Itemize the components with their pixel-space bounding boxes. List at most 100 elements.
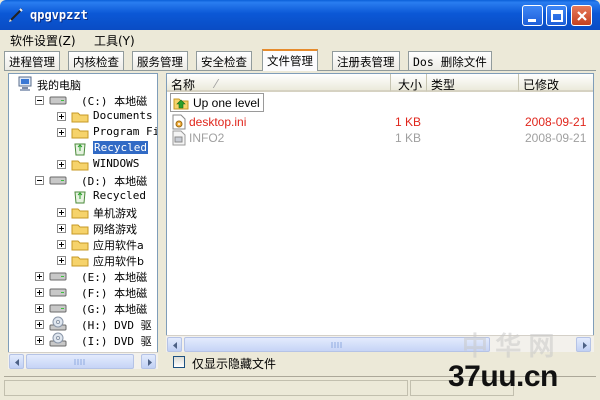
tree-item-windows[interactable]: WINDOWS xyxy=(9,156,157,172)
tab-process-manager[interactable]: 进程管理 xyxy=(4,51,60,70)
drive-icon xyxy=(49,176,67,185)
system-file-icon xyxy=(172,130,186,146)
file-row-info2[interactable]: INFO2 1 KB 2008-09-21 xyxy=(167,130,593,146)
tree-hscrollbar[interactable] xyxy=(8,352,158,369)
scroll-right-button[interactable] xyxy=(141,354,156,369)
tree-item-apps-a[interactable]: 应用软件a xyxy=(9,236,157,252)
maximize-button[interactable] xyxy=(546,5,567,26)
scroll-left-button[interactable] xyxy=(9,354,24,369)
tree-item-single-games[interactable]: 单机游戏 xyxy=(9,204,157,220)
scroll-left-button[interactable] xyxy=(167,337,182,352)
window-title: qpgvpzzt xyxy=(30,8,88,22)
drive-icon xyxy=(49,288,67,297)
tree-item-documents[interactable]: Documents xyxy=(9,108,157,124)
column-type-label: 类型 xyxy=(431,78,456,92)
tab-dos-delete[interactable]: Dos 删除文件 xyxy=(408,51,492,70)
tree-item-recycled-d[interactable]: Recycled xyxy=(9,188,157,204)
file-row-desktop-ini[interactable]: desktop.ini 1 KB 2008-09-21 xyxy=(167,114,593,130)
column-header-name[interactable]: 名称 ⁄ xyxy=(167,74,391,92)
file-name: INFO2 xyxy=(189,131,225,145)
column-header-type[interactable]: 类型 xyxy=(427,74,519,92)
column-header-size[interactable]: 大小 xyxy=(391,74,427,92)
drive-icon xyxy=(49,304,67,313)
panel-splitter[interactable] xyxy=(159,73,165,369)
drive-icon xyxy=(49,96,67,105)
tree-label-selected: Recycled xyxy=(93,141,148,154)
up-one-level-item[interactable]: Up one level xyxy=(170,93,264,112)
tree-item-g-drive[interactable]: (G:) 本地磁 xyxy=(9,300,157,316)
tree-item-f-drive[interactable]: (F:) 本地磁 xyxy=(9,284,157,300)
title-bar[interactable]: qpgvpzzt xyxy=(0,0,600,30)
expand-icon[interactable] xyxy=(57,224,66,233)
expand-icon[interactable] xyxy=(57,128,66,137)
tab-label: Dos 删除文件 xyxy=(413,55,487,69)
tree-item-d-drive[interactable]: (D:) 本地磁 xyxy=(9,172,157,188)
tab-label: 文件管理 xyxy=(267,54,313,68)
expand-icon[interactable] xyxy=(35,304,44,313)
scroll-thumb[interactable] xyxy=(184,337,490,352)
collapse-icon[interactable] xyxy=(35,176,44,185)
show-hidden-checkbox[interactable] xyxy=(173,356,185,368)
tree-item-program-files[interactable]: Program Fi xyxy=(9,124,157,140)
dvd-icon xyxy=(49,316,67,331)
file-modified: 2008-09-21 xyxy=(525,131,587,145)
expand-icon[interactable] xyxy=(57,160,66,169)
folder-icon xyxy=(71,208,89,219)
column-modified-label: 已修改 xyxy=(523,78,560,92)
computer-icon xyxy=(18,76,32,91)
show-hidden-label[interactable]: 仅显示隐藏文件 xyxy=(192,355,276,372)
minimize-icon xyxy=(528,19,536,22)
tree-item-h-drive[interactable]: (H:) DVD 驱 xyxy=(9,316,157,332)
tab-registry-manager[interactable]: 注册表管理 xyxy=(332,51,400,70)
close-icon xyxy=(577,11,587,21)
recycle-icon xyxy=(74,191,86,204)
expand-icon[interactable] xyxy=(35,272,44,281)
menu-software-settings[interactable]: 软件设置(Z) xyxy=(10,32,76,49)
collapse-icon[interactable] xyxy=(35,96,44,105)
tab-service-manager[interactable]: 服务管理 xyxy=(132,51,188,70)
file-size: 1 KB xyxy=(395,131,422,145)
folder-icon xyxy=(71,224,89,235)
close-button[interactable] xyxy=(571,5,592,26)
tree-item-c-drive[interactable]: (C:) 本地磁 xyxy=(9,92,157,108)
scroll-thumb[interactable] xyxy=(26,354,134,369)
tab-label: 安全检查 xyxy=(201,55,247,69)
tree-root[interactable]: 我的电脑 xyxy=(13,76,153,92)
folder-tree[interactable]: 我的电脑 (C:) 本地磁 Documents Program Fi Recyc… xyxy=(8,73,158,369)
grip-icon xyxy=(331,342,342,348)
tree-root-label: 我的电脑 xyxy=(37,79,81,92)
tree-label: (E:) 本地磁 xyxy=(81,271,148,284)
expand-icon[interactable] xyxy=(35,288,44,297)
expand-icon[interactable] xyxy=(35,320,44,329)
up-one-level-label: Up one level xyxy=(193,96,260,110)
expand-icon[interactable] xyxy=(57,256,66,265)
file-list[interactable]: 名称 ⁄ 大小 类型 已修改 Up one level desktop.ini … xyxy=(166,73,594,352)
dvd-icon xyxy=(49,332,67,347)
scroll-right-button[interactable] xyxy=(576,337,591,352)
tree-item-online-games[interactable]: 网络游戏 xyxy=(9,220,157,236)
column-header-modified[interactable]: 已修改 xyxy=(519,74,593,92)
tree-item-recycled-c[interactable]: Recycled xyxy=(9,140,157,156)
tree-label: (C:) 本地磁 xyxy=(81,95,148,108)
app-pen-icon xyxy=(9,8,23,22)
expand-icon[interactable] xyxy=(35,336,44,345)
tab-security-check[interactable]: 安全检查 xyxy=(196,51,252,70)
maximize-icon xyxy=(551,10,563,22)
expand-icon[interactable] xyxy=(57,112,66,121)
tree-label: Program Fi xyxy=(93,125,158,138)
tab-kernel-check[interactable]: 内核检查 xyxy=(68,51,124,70)
tree-item-apps-b[interactable]: 应用软件b xyxy=(9,252,157,268)
drive-icon xyxy=(49,272,67,281)
tree-label: (F:) 本地磁 xyxy=(81,287,148,300)
tab-strip: 进程管理 内核检查 服务管理 安全检查 文件管理 注册表管理 Dos 删除文件 xyxy=(4,49,596,71)
tree-label: (G:) 本地磁 xyxy=(81,303,148,316)
menu-tools[interactable]: 工具(Y) xyxy=(94,32,135,49)
tree-item-e-drive[interactable]: (E:) 本地磁 xyxy=(9,268,157,284)
expand-icon[interactable] xyxy=(57,208,66,217)
minimize-button[interactable] xyxy=(522,5,543,26)
tab-file-manager[interactable]: 文件管理 xyxy=(262,49,318,71)
expand-icon[interactable] xyxy=(57,240,66,249)
tree-item-i-drive[interactable]: (I:) DVD 驱 xyxy=(9,332,157,348)
status-pane-main xyxy=(4,380,408,396)
tree-label: 应用软件a xyxy=(93,239,144,252)
